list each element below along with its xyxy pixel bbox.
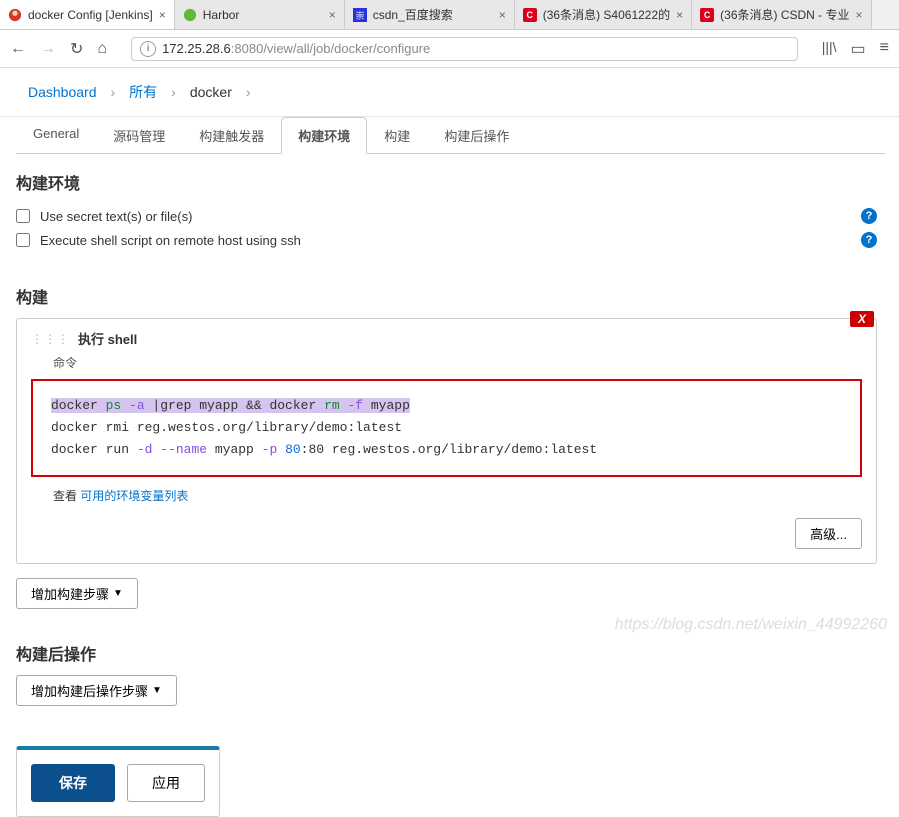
build-env-section: 构建环境 Use secret text(s) or file(s) ? Exe… — [8, 154, 885, 268]
jenkins-icon — [8, 8, 22, 22]
tab-title: csdn_百度搜索 — [373, 6, 493, 23]
tab-build[interactable]: 构建 — [367, 117, 427, 153]
baidu-icon: 崇 — [353, 8, 367, 22]
close-icon[interactable]: × — [159, 8, 166, 22]
tab-triggers[interactable]: 构建触发器 — [182, 117, 281, 153]
apply-button[interactable]: 应用 — [127, 764, 205, 802]
section-title: 构建环境 — [16, 170, 877, 194]
advanced-button[interactable]: 高级... — [795, 518, 862, 549]
build-section: 构建 X ⋮⋮⋮ 执行 shell 命令 docker ps -a |grep … — [8, 268, 885, 625]
close-icon[interactable]: × — [856, 8, 863, 22]
svg-text:崇: 崇 — [355, 10, 364, 20]
tab-title: docker Config [Jenkins] — [28, 8, 153, 22]
menu-icon[interactable]: ≡ — [880, 39, 889, 59]
close-icon[interactable]: × — [499, 8, 506, 22]
chevron-down-icon: ▼ — [152, 685, 162, 696]
browser-tab-csdn2[interactable]: C (36条消息) CSDN - 专业 × — [692, 0, 871, 29]
help-icon[interactable]: ? — [861, 232, 877, 248]
exec-shell-row: Execute shell script on remote host usin… — [16, 228, 877, 252]
browser-tab-baidu[interactable]: 崇 csdn_百度搜索 × — [345, 0, 515, 29]
url-bar[interactable]: i 172.25.28.6:8080/view/all/job/docker/c… — [131, 37, 798, 61]
config-tabs: General 源码管理 构建触发器 构建环境 构建 构建后操作 — [16, 117, 885, 154]
section-title: 构建 — [16, 284, 877, 308]
tab-title: (36条消息) S4061222的 — [543, 6, 670, 23]
url-port: :8080 — [231, 41, 264, 56]
back-icon[interactable]: ← — [10, 40, 26, 58]
exec-shell-label: Execute shell script on remote host usin… — [40, 233, 861, 248]
tab-scm[interactable]: 源码管理 — [96, 117, 182, 153]
env-vars-link[interactable]: 可用的环境变量列表 — [80, 489, 188, 503]
chevron-right-icon: › — [171, 84, 176, 100]
section-title: 构建后操作 — [16, 641, 877, 665]
tab-general[interactable]: General — [16, 117, 96, 153]
extensions-icon[interactable]: ▭ — [851, 39, 866, 59]
add-build-step-button[interactable]: 增加构建步骤 ▼ — [16, 578, 138, 609]
help-icon[interactable]: ? — [861, 208, 877, 224]
exec-shell-checkbox[interactable] — [16, 233, 30, 247]
close-icon[interactable]: × — [676, 8, 683, 22]
breadcrumb-all[interactable]: 所有 — [129, 82, 157, 102]
reload-icon[interactable]: ↻ — [70, 39, 83, 59]
url-path: /view/all/job/docker/configure — [263, 41, 430, 56]
chevron-right-icon: › — [111, 84, 116, 100]
csdn-icon: C — [700, 8, 714, 22]
delete-step-button[interactable]: X — [850, 311, 874, 327]
info-icon[interactable]: i — [140, 41, 156, 57]
tab-title: Harbor — [203, 8, 323, 22]
secret-text-label: Use secret text(s) or file(s) — [40, 209, 861, 224]
browser-tab-jenkins[interactable]: docker Config [Jenkins] × — [0, 0, 175, 29]
step-title: 执行 shell — [78, 329, 137, 348]
browser-nav-bar: ← → ↻ ⌂ i 172.25.28.6:8080/view/all/job/… — [0, 30, 899, 68]
tab-title: (36条消息) CSDN - 专业 — [720, 6, 849, 23]
browser-tab-csdn1[interactable]: C (36条消息) S4061222的 × — [515, 0, 692, 29]
breadcrumb: Dashboard › 所有 › docker › — [0, 68, 899, 117]
save-button[interactable]: 保存 — [31, 764, 115, 802]
secret-text-row: Use secret text(s) or file(s) ? — [16, 204, 877, 228]
post-build-section: 构建后操作 增加构建后操作步骤 ▼ — [8, 625, 885, 722]
breadcrumb-job: docker — [190, 84, 232, 100]
drag-handle-icon[interactable]: ⋮⋮⋮ — [31, 332, 70, 346]
tab-build-env[interactable]: 构建环境 — [281, 117, 367, 154]
library-icon[interactable]: |||\ — [822, 39, 837, 59]
actions-bar: 保存 应用 — [16, 746, 220, 817]
add-post-build-step-button[interactable]: 增加构建后操作步骤 ▼ — [16, 675, 177, 706]
browser-tab-harbor[interactable]: Harbor × — [175, 0, 345, 29]
tab-post-build[interactable]: 构建后操作 — [427, 117, 526, 153]
secret-text-checkbox[interactable] — [16, 209, 30, 223]
close-icon[interactable]: × — [329, 8, 336, 22]
browser-tab-bar: docker Config [Jenkins] × Harbor × 崇 csd… — [0, 0, 899, 30]
forward-icon[interactable]: → — [40, 40, 56, 58]
harbor-icon — [183, 8, 197, 22]
shell-command-input[interactable]: docker ps -a |grep myapp && docker rm -f… — [31, 379, 862, 477]
breadcrumb-dashboard[interactable]: Dashboard — [28, 84, 97, 100]
url-host: 172.25.28.6 — [162, 41, 231, 56]
shell-step-box: X ⋮⋮⋮ 执行 shell 命令 docker ps -a |grep mya… — [16, 318, 877, 564]
chevron-right-icon: › — [246, 84, 251, 100]
env-vars-hint: 查看 可用的环境变量列表 — [53, 487, 862, 504]
chevron-down-icon: ▼ — [113, 588, 123, 599]
home-icon[interactable]: ⌂ — [97, 40, 107, 58]
command-label: 命令 — [53, 354, 862, 371]
csdn-icon: C — [523, 8, 537, 22]
